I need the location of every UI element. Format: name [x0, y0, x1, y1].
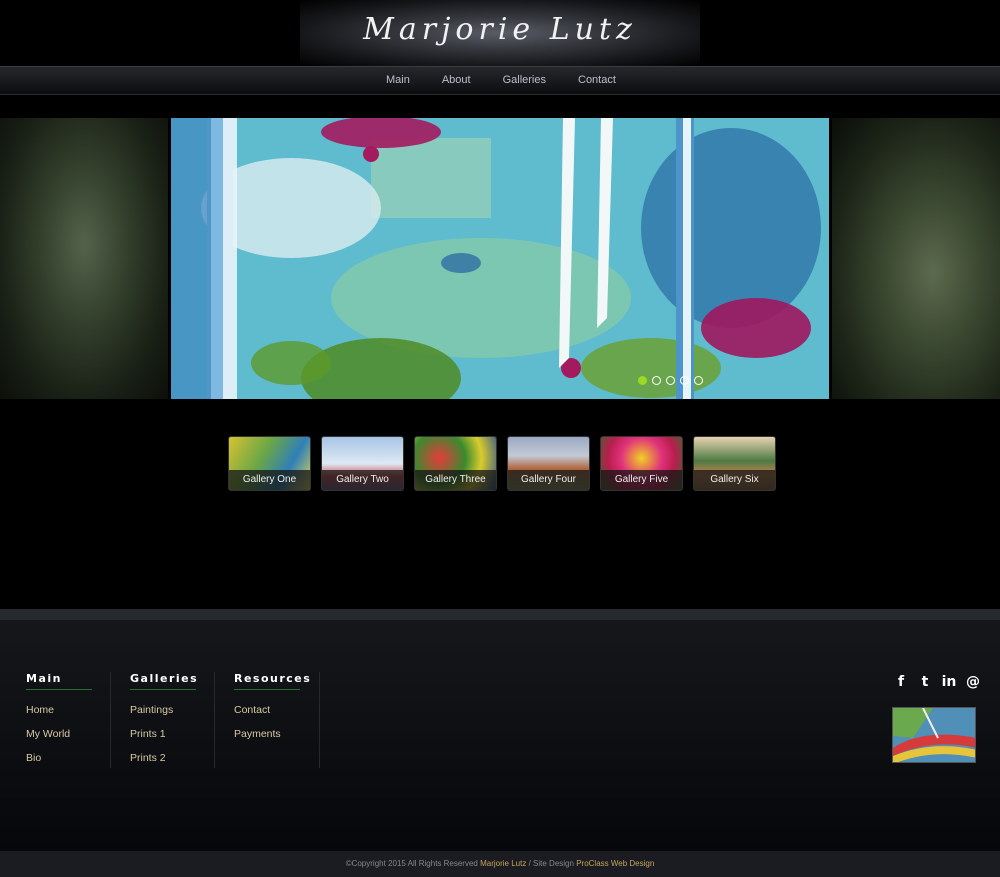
slider-dot-3[interactable] — [666, 376, 675, 385]
gallery-thumb-five[interactable]: Gallery Five — [600, 436, 683, 491]
gallery-thumb-four[interactable]: Gallery Four — [507, 436, 590, 491]
gallery-thumb-three[interactable]: Gallery Three — [414, 436, 497, 491]
footer-divider — [319, 672, 320, 768]
site-title[interactable]: Marjorie Lutz — [0, 12, 1000, 47]
footer-column-galleries: Galleries Paintings Prints 1 Prints 2 — [130, 672, 197, 770]
footer-divider — [214, 672, 215, 768]
gallery-thumb-label: Gallery Two — [322, 470, 403, 490]
owner-link[interactable]: Marjorie Lutz — [480, 859, 526, 868]
footer-column-resources: Resources Contact Payments — [234, 672, 310, 768]
footer-heading-galleries: Galleries — [130, 672, 197, 690]
gallery-thumb-label: Gallery Four — [508, 470, 589, 490]
social-links: f t in @ — [893, 674, 981, 690]
nav-item-main[interactable]: Main — [370, 67, 426, 95]
designer-link[interactable]: ProClass Web Design — [576, 859, 654, 868]
footer-link-contact[interactable]: Contact — [234, 698, 300, 722]
footer-heading-resources: Resources — [234, 672, 310, 690]
slider-blur-left — [0, 118, 168, 399]
twitter-icon[interactable]: t — [917, 674, 933, 690]
copyright-text: ©Copyright 2015 All Rights Reserved — [345, 859, 478, 868]
main-nav: Main About Galleries Contact — [0, 66, 1000, 95]
gallery-thumbnails: Gallery One Gallery Two Gallery Three Ga… — [228, 436, 776, 491]
gallery-thumb-label: Gallery Six — [694, 470, 775, 490]
slider-dot-1[interactable] — [638, 376, 647, 385]
footer-link-prints-1[interactable]: Prints 1 — [130, 722, 196, 746]
footer-band — [0, 609, 1000, 620]
gallery-thumb-label: Gallery Three — [415, 470, 496, 490]
footer-artwork-thumbnail[interactable] — [892, 707, 976, 763]
nav-item-contact[interactable]: Contact — [562, 67, 632, 95]
footer-link-prints-2[interactable]: Prints 2 — [130, 746, 196, 770]
footer-heading-main: Main — [26, 672, 92, 690]
footer-link-bio[interactable]: Bio — [26, 746, 92, 770]
linkedin-icon[interactable]: in — [941, 674, 957, 690]
slider-dots — [638, 376, 703, 385]
footer-link-payments[interactable]: Payments — [234, 722, 300, 746]
gallery-thumb-six[interactable]: Gallery Six — [693, 436, 776, 491]
site-design-text: / Site Design — [528, 859, 574, 868]
gallery-thumb-two[interactable]: Gallery Two — [321, 436, 404, 491]
hero-slider — [0, 118, 1000, 399]
email-icon[interactable]: @ — [965, 674, 981, 690]
facebook-icon[interactable]: f — [893, 674, 909, 690]
slider-dot-2[interactable] — [652, 376, 661, 385]
copyright-bar: ©Copyright 2015 All Rights Reserved Marj… — [0, 851, 1000, 877]
footer-divider — [110, 672, 111, 768]
gallery-thumb-label: Gallery One — [229, 470, 310, 490]
nav-item-about[interactable]: About — [426, 67, 487, 95]
slider-dot-5[interactable] — [694, 376, 703, 385]
nav-item-galleries[interactable]: Galleries — [487, 67, 562, 95]
footer-column-main: Main Home My World Bio — [26, 672, 92, 768]
gallery-thumb-one[interactable]: Gallery One — [228, 436, 311, 491]
site-header: Marjorie Lutz — [0, 0, 1000, 66]
slider-blur-right — [832, 118, 1000, 399]
footer-link-home[interactable]: Home — [26, 698, 92, 722]
footer-link-paintings[interactable]: Paintings — [130, 698, 196, 722]
gallery-thumb-label: Gallery Five — [601, 470, 682, 490]
slide-painting — [168, 118, 832, 399]
slider-dot-4[interactable] — [680, 376, 689, 385]
footer-link-my-world[interactable]: My World — [26, 722, 92, 746]
site-footer: Main Home My World Bio Galleries Paintin… — [0, 620, 1000, 851]
